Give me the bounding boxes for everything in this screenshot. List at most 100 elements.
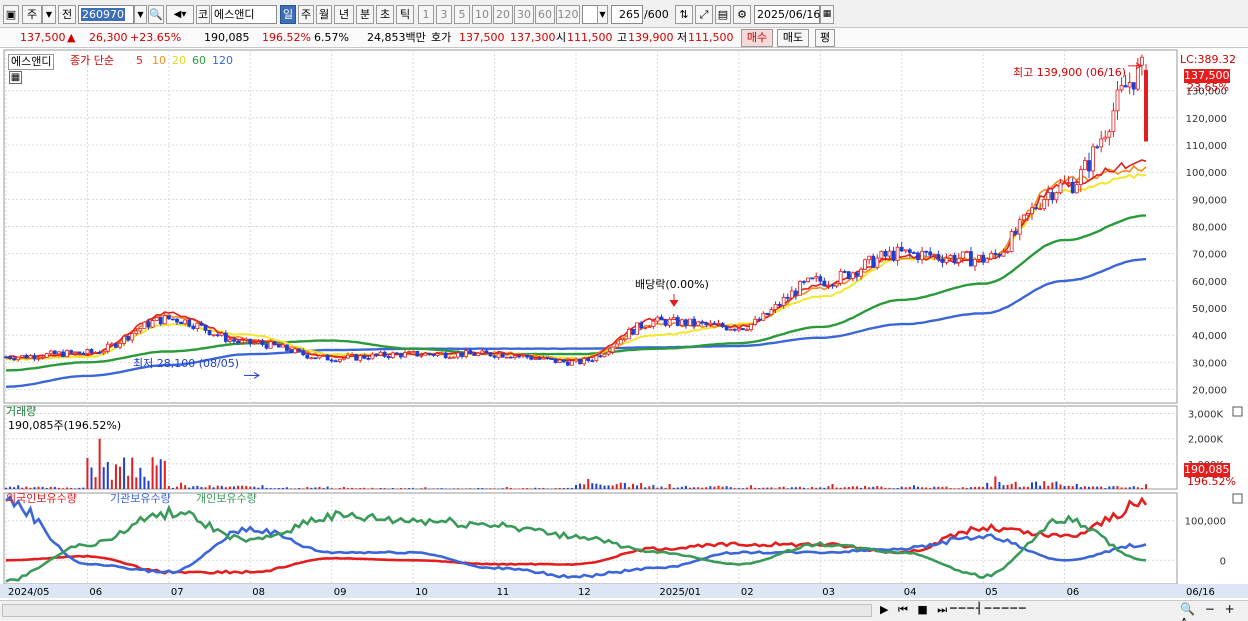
candle-body [745, 329, 749, 332]
period-tick[interactable]: 틱 [396, 5, 414, 24]
candle-body [272, 341, 277, 346]
candle-body [618, 339, 623, 345]
volume-bar [184, 485, 187, 489]
candle-body [916, 252, 920, 261]
market-prefix[interactable]: 코 [196, 5, 210, 24]
candle-body [443, 352, 448, 359]
volume-bar [782, 486, 785, 489]
candle-body [899, 246, 904, 252]
scroll-track[interactable] [2, 604, 872, 617]
volume-bar [408, 488, 411, 489]
candle-body [211, 334, 216, 337]
volume-bar [815, 487, 818, 489]
chart-canvas[interactable]: 2024/05 06 07 08 09 10 11 12 2025/01 02 03 04 05 06 06… [0, 48, 1248, 600]
period-day[interactable]: 일 [280, 5, 296, 24]
lc-label: LC:389.32 [1180, 53, 1237, 66]
date-input[interactable]: 2025/06/16 [754, 5, 820, 24]
volume-bar [1100, 486, 1103, 489]
candle-body [594, 355, 599, 362]
buy-button[interactable]: 매수 [741, 29, 773, 47]
interval-dropdown-icon[interactable]: ▼ [597, 5, 608, 24]
volume-bar [803, 487, 805, 489]
prev-button[interactable]: 전 [58, 5, 76, 24]
candle-body [81, 352, 86, 355]
candle-body [171, 318, 175, 321]
table-icon[interactable]: ▦ [9, 71, 22, 84]
volume-bar [114, 464, 117, 489]
candle-body [154, 317, 159, 321]
candle-body [785, 296, 790, 299]
count-input[interactable]: 265 [611, 5, 643, 24]
period-week[interactable]: 주 [298, 5, 314, 24]
volume-bar [351, 487, 354, 489]
interval-30[interactable]: 30 [514, 5, 534, 24]
layout-icon[interactable]: ▣ [3, 5, 19, 24]
volume-bar [257, 487, 260, 489]
bottom-scrollbar[interactable]: ▶ ⏮ ■ ⏭ ━━━┫━━━━━ 🔍 − + A [0, 600, 1248, 621]
volume-bar [469, 488, 472, 489]
candle-body [610, 346, 615, 353]
x-tick-label: 10 [415, 587, 428, 598]
volume-title: 거래량 [6, 405, 37, 418]
volume-bar [615, 484, 618, 489]
price-tick-label: 70,000 [1192, 250, 1227, 261]
period-second[interactable]: 초 [376, 5, 394, 24]
save-icon[interactable]: ▤ [715, 5, 731, 24]
volume-bar [729, 487, 732, 489]
market-button[interactable]: 주 [22, 5, 42, 24]
candle-body [366, 357, 371, 360]
sell-button[interactable]: 매도 [777, 29, 809, 47]
interval-10[interactable]: 10 [472, 5, 492, 24]
volume-bar [473, 488, 476, 490]
sound-icon[interactable]: ◀▾ [166, 5, 194, 24]
candle-body [798, 281, 802, 296]
candle-body [175, 318, 179, 323]
candle-body [93, 351, 98, 354]
candle-body [484, 350, 489, 354]
candle-body [1103, 136, 1108, 140]
interval-60[interactable]: 60 [535, 5, 555, 24]
navigation-icons[interactable]: ▶ ⏮ ■ ⏭ [880, 603, 950, 617]
interval-20[interactable]: 20 [493, 5, 513, 24]
volume-bar [566, 487, 569, 489]
code-dropdown-icon[interactable]: ▼ [134, 5, 147, 24]
candle-body [1066, 181, 1071, 184]
stock-code-input[interactable]: 260970 [78, 5, 134, 24]
volume-bar [493, 488, 496, 489]
interval-3[interactable]: 3 [436, 5, 452, 24]
interval-5[interactable]: 5 [454, 5, 470, 24]
search-icon[interactable]: 🔍 [148, 5, 164, 24]
volume-bar [131, 457, 134, 489]
scale-icon[interactable]: ⤢ [695, 5, 713, 24]
interval-120[interactable]: 120 [556, 5, 580, 24]
chart-type-icon[interactable]: ⇅ [675, 5, 693, 24]
avg-button[interactable]: 평 [815, 29, 835, 47]
gear-icon[interactable]: ⚙ [733, 5, 751, 24]
period-year[interactable]: 년 [334, 5, 354, 24]
candle-body [228, 339, 232, 342]
volume-bar [994, 476, 997, 489]
candle-body [223, 332, 228, 342]
volume-bar [974, 487, 976, 489]
volume-bar [57, 487, 60, 489]
chevron-down-icon[interactable]: ▼ [42, 5, 56, 24]
candle-body [28, 355, 33, 359]
candle-body [663, 319, 668, 326]
zoom-slider[interactable]: ━━━┫━━━━━ [950, 602, 1028, 615]
candle-body [390, 352, 395, 359]
candle-body [842, 271, 847, 273]
price-tick-label: 40,000 [1192, 331, 1227, 342]
open-label: 시 [556, 31, 567, 44]
volume-bar [9, 486, 12, 489]
stock-name-field[interactable]: 에스앤디 [211, 5, 277, 24]
volume-bar [1104, 488, 1107, 489]
calendar-icon[interactable]: ▦ [820, 5, 834, 24]
candle-body [378, 351, 383, 356]
period-month[interactable]: 월 [316, 5, 332, 24]
interval-1[interactable]: 1 [418, 5, 434, 24]
volume-bar [375, 488, 378, 489]
volume-bar [485, 488, 488, 489]
volume-bar [872, 486, 875, 489]
period-minute[interactable]: 분 [356, 5, 374, 24]
zoom-icons[interactable]: 🔍 − + A [1180, 602, 1248, 621]
